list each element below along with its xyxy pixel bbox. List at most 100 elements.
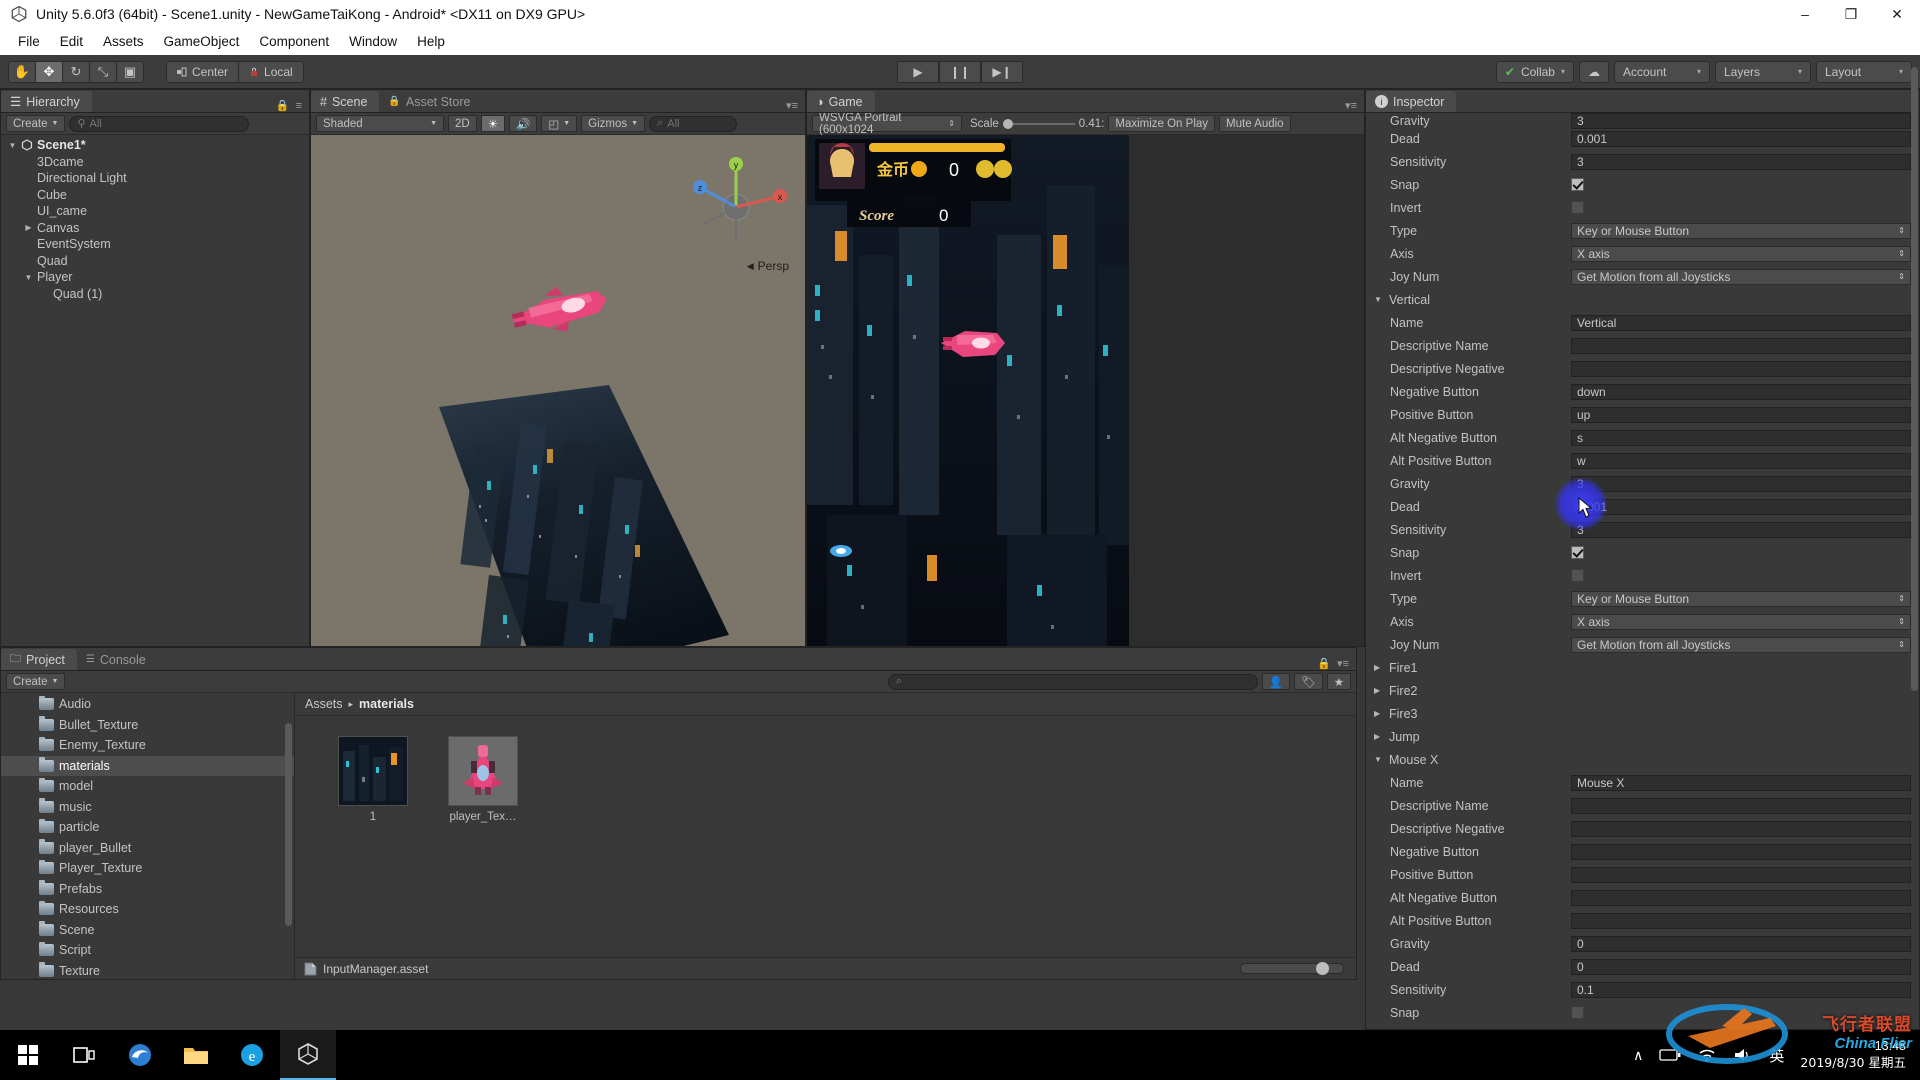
scale-tool[interactable]: ⤡ [89, 60, 117, 83]
scene-viewport[interactable]: y x z ◀ Persp [311, 135, 805, 646]
chevron-down-icon[interactable]: ▼ [23, 273, 34, 282]
inspector-field-descriptive-negative[interactable] [1571, 360, 1911, 377]
inspector-field-dead[interactable]: 0.001 [1571, 498, 1911, 515]
menu-item-gameobject[interactable]: GameObject [154, 30, 250, 53]
scene-search-input[interactable]: ⌕ All [649, 115, 738, 132]
tab-asset-store[interactable]: 🔒 Asset Store [379, 91, 483, 112]
clock[interactable]: 13:48 2019/8/30 星期五 [1800, 1038, 1906, 1072]
scene-projection-label[interactable]: ◀ Persp [747, 259, 789, 273]
inspector-field-alt-positive-button[interactable]: w [1571, 452, 1911, 469]
tab-game[interactable]: ◑ Game [807, 91, 875, 112]
inspector-rows[interactable]: Gravity 3 Dead 0.001 Sensitivity 3 Snap Invert T… [1366, 2, 1919, 1078]
taskbar-app-edge[interactable] [112, 1030, 168, 1080]
project-folder-resources[interactable]: Resources [1, 899, 294, 920]
step-button[interactable]: ▶❙ [981, 60, 1023, 83]
inspector-field-dead[interactable]: 0.001 [1571, 130, 1911, 147]
inspector-field-name[interactable]: Vertical [1571, 314, 1911, 331]
tab-console[interactable]: ☰ Console [76, 649, 158, 670]
start-button[interactable] [0, 1030, 56, 1080]
panel-menu-icon[interactable]: ▾≡ [1345, 99, 1357, 112]
project-avatar-filter-button[interactable]: 👤 [1261, 673, 1291, 690]
project-folder-scene[interactable]: Scene [1, 920, 294, 941]
hierarchy-item-quad[interactable]: Quad [1, 253, 309, 270]
scene-2d-toggle[interactable]: 2D [448, 115, 477, 132]
project-folder-bullet-texture[interactable]: Bullet_Texture [1, 715, 294, 736]
collab-button[interactable]: ✔ Collab ▾ [1495, 60, 1574, 83]
inspector-field-descriptive-name[interactable] [1571, 337, 1911, 354]
scene-orientation-gizmo[interactable]: y x z [681, 149, 791, 259]
project-folder-prefabs[interactable]: Prefabs [1, 879, 294, 900]
hierarchy-item-eventsystem[interactable]: EventSystem [1, 236, 309, 253]
taskbar-app-unity[interactable] [280, 1030, 336, 1080]
play-button[interactable]: ▶ [897, 60, 939, 83]
inspector-checkbox-snap[interactable] [1571, 178, 1584, 191]
inspector-checkbox-invert[interactable] [1571, 201, 1584, 214]
inspector-checkbox-invert[interactable] [1571, 569, 1584, 582]
wifi-icon[interactable] [1697, 1047, 1717, 1063]
hierarchy-item-scene1[interactable]: ▼ Scene1* [1, 137, 309, 154]
inspector-field-gravity[interactable]: 3 [1571, 113, 1911, 129]
inspector-field-name[interactable]: Mouse X [1571, 774, 1911, 791]
scene-fx-dropdown[interactable]: ◰ ▼ [541, 115, 578, 132]
cloud-button[interactable]: ☁ [1579, 60, 1609, 83]
hierarchy-tree[interactable]: ▼ Scene1* 3Dcame Directional Light Cube UI_ca… [1, 135, 309, 646]
hierarchy-item-player[interactable]: ▼ Player [1, 269, 309, 286]
project-label-filter-button[interactable]: 🏷 [1294, 673, 1323, 690]
inspector-dropdown-axis[interactable]: X axis ⇕ [1571, 245, 1911, 262]
inspector-field-sensitivity[interactable]: 3 [1571, 153, 1911, 170]
hierarchy-search-input[interactable]: ⚲ All [69, 115, 250, 132]
tab-project[interactable]: 🗀 Project [1, 649, 77, 670]
hierarchy-item-cube[interactable]: Cube [1, 187, 309, 204]
menu-item-window[interactable]: Window [339, 30, 407, 53]
lock-icon[interactable]: 🔒 [276, 99, 290, 112]
breadcrumb-root[interactable]: Assets [305, 697, 343, 711]
rect-tool[interactable]: ▣ [116, 60, 144, 83]
battery-icon[interactable] [1659, 1048, 1681, 1062]
inspector-field-gravity[interactable]: 3 [1571, 475, 1911, 492]
chevron-right-icon[interactable]: ▶ [1374, 686, 1384, 695]
project-folder-enemy-texture[interactable]: Enemy_Texture [1, 735, 294, 756]
hierarchy-item-3dcame[interactable]: 3Dcame [1, 154, 309, 171]
project-folder-script[interactable]: Script [1, 940, 294, 961]
chevron-right-icon[interactable]: ▶ [23, 223, 34, 232]
layout-button[interactable]: Layout ▾ [1816, 60, 1912, 83]
panel-menu-icon[interactable]: ≡ [296, 100, 302, 112]
scene-audio-toggle[interactable]: 🔊 [509, 115, 538, 132]
project-create-button[interactable]: Create ▼ [6, 673, 66, 690]
menu-item-file[interactable]: File [8, 30, 50, 53]
inspector-dropdown-joy-num[interactable]: Get Motion from all Joysticks ⇕ [1571, 636, 1911, 653]
inspector-scrollbar[interactable] [1910, 2, 1919, 1078]
chevron-right-icon[interactable]: ▶ [1374, 709, 1384, 718]
menu-item-edit[interactable]: Edit [50, 30, 93, 53]
taskbar-app-ie[interactable]: e [224, 1030, 280, 1080]
inspector-field-dead[interactable]: 0 [1571, 958, 1911, 975]
project-search-input[interactable]: ⌕ [887, 673, 1258, 690]
scene-lighting-toggle[interactable]: ☀ [480, 115, 506, 132]
project-folder-player-bullet[interactable]: player_Bullet [1, 838, 294, 859]
inspector-dropdown-type[interactable]: Key or Mouse Button ⇕ [1571, 590, 1911, 607]
maximize-button[interactable]: ❐ [1828, 0, 1874, 28]
inspector-field-sensitivity[interactable]: 0.1 [1571, 981, 1911, 998]
chevron-right-icon[interactable]: ▶ [1374, 732, 1384, 741]
hierarchy-item-ui-came[interactable]: UI_came [1, 203, 309, 220]
project-folder-materials[interactable]: materials [1, 755, 294, 776]
move-tool[interactable]: ✥ [35, 60, 63, 83]
game-canvas[interactable]: 金币 0 Score 0 [807, 135, 1129, 646]
rotate-tool[interactable]: ↻ [62, 60, 90, 83]
inspector-checkbox-snap[interactable] [1571, 1006, 1584, 1019]
chevron-right-icon[interactable]: ▶ [1374, 663, 1384, 672]
minimize-button[interactable]: – [1782, 0, 1828, 28]
inspector-field-positive-button[interactable] [1571, 866, 1911, 883]
inspector-field-descriptive-negative[interactable] [1571, 820, 1911, 837]
inspector-checkbox-snap[interactable] [1571, 546, 1584, 559]
project-folder-player-texture[interactable]: Player_Texture [1, 858, 294, 879]
scene-canvas[interactable]: y x z ◀ Persp [311, 135, 805, 646]
rotation-mode-button[interactable]: Local [238, 60, 304, 83]
asset-grid[interactable]: 1 player_Tex… [295, 716, 1356, 957]
project-tree-scrollbar[interactable] [284, 695, 293, 977]
mute-audio-toggle[interactable]: Mute Audio [1219, 115, 1291, 132]
project-folder-particle[interactable]: particle [1, 817, 294, 838]
volume-icon[interactable] [1733, 1047, 1753, 1063]
inspector-field-alt-positive-button[interactable] [1571, 912, 1911, 929]
chevron-down-icon[interactable]: ▼ [7, 141, 18, 150]
